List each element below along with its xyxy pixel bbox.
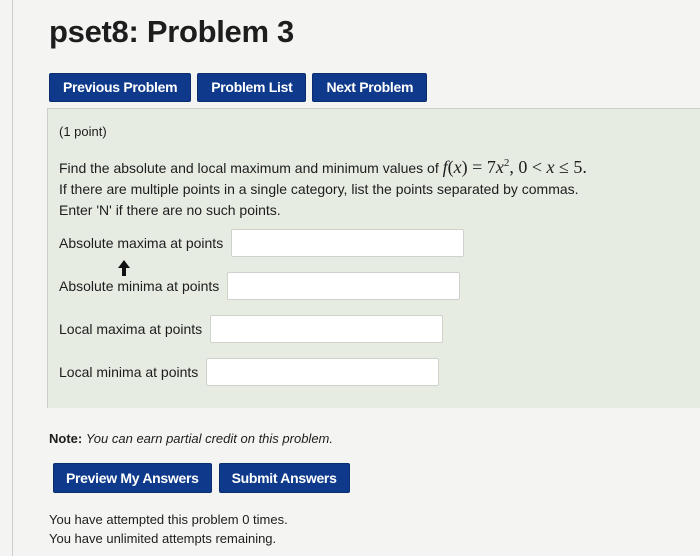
local-minima-input[interactable]: [206, 358, 440, 386]
attempts-remaining: You have unlimited attempts remaining.: [49, 531, 277, 546]
next-problem-button[interactable]: Next Problem: [312, 73, 428, 102]
preview-answers-button[interactable]: Preview My Answers: [53, 463, 212, 493]
submit-answers-button[interactable]: Submit Answers: [218, 463, 350, 493]
answer-row-absolute-minima: Absolute minima at points: [59, 272, 461, 300]
statement-line-2: If there are multiple points in a single…: [59, 181, 579, 197]
answer-row-local-minima: Local minima at points: [59, 358, 440, 386]
absolute-minima-input[interactable]: [227, 272, 461, 300]
note-text: You can earn partial credit on this prob…: [85, 431, 333, 446]
statement-line-1: Find the absolute and local maximum and …: [59, 153, 699, 179]
local-minima-label: Local minima at points: [59, 364, 199, 380]
local-maxima-input[interactable]: [210, 315, 444, 343]
answer-row-local-maxima: Local maxima at points: [59, 315, 444, 343]
statement-prefix: Find the absolute and local maximum and …: [59, 160, 439, 176]
page-title: pset8: Problem 3: [49, 14, 295, 49]
local-maxima-label: Local maxima at points: [59, 321, 203, 337]
absolute-maxima-input[interactable]: [231, 229, 465, 257]
absolute-maxima-label: Absolute maxima at points: [59, 235, 224, 251]
attempts-status: You have attempted this problem 0 times.…: [49, 510, 288, 548]
problem-points: (1 point): [59, 124, 107, 139]
problem-list-button[interactable]: Problem List: [197, 73, 307, 102]
partial-credit-note: Note: You can earn partial credit on thi…: [49, 431, 333, 446]
statement-line-3: Enter 'N' if there are no such points.: [59, 202, 281, 218]
note-label: Note:: [49, 431, 83, 446]
previous-problem-button[interactable]: Previous Problem: [49, 73, 192, 102]
answer-row-absolute-maxima: Absolute maxima at points: [59, 229, 465, 257]
left-divider: [12, 0, 13, 556]
problem-statement: Find the absolute and local maximum and …: [59, 153, 699, 221]
attempts-count: You have attempted this problem 0 times.: [49, 512, 288, 527]
answer-actions: Preview My Answers Submit Answers: [53, 463, 350, 493]
problem-navigation: Previous Problem Problem List Next Probl…: [49, 73, 428, 102]
formula: f(x) = 7x2, 0 < x ≤ 5.: [442, 157, 587, 177]
absolute-minima-label: Absolute minima at points: [59, 278, 220, 294]
problem-box: (1 point) Find the absolute and local ma…: [47, 108, 700, 408]
mouse-pointer-icon: [118, 260, 130, 276]
